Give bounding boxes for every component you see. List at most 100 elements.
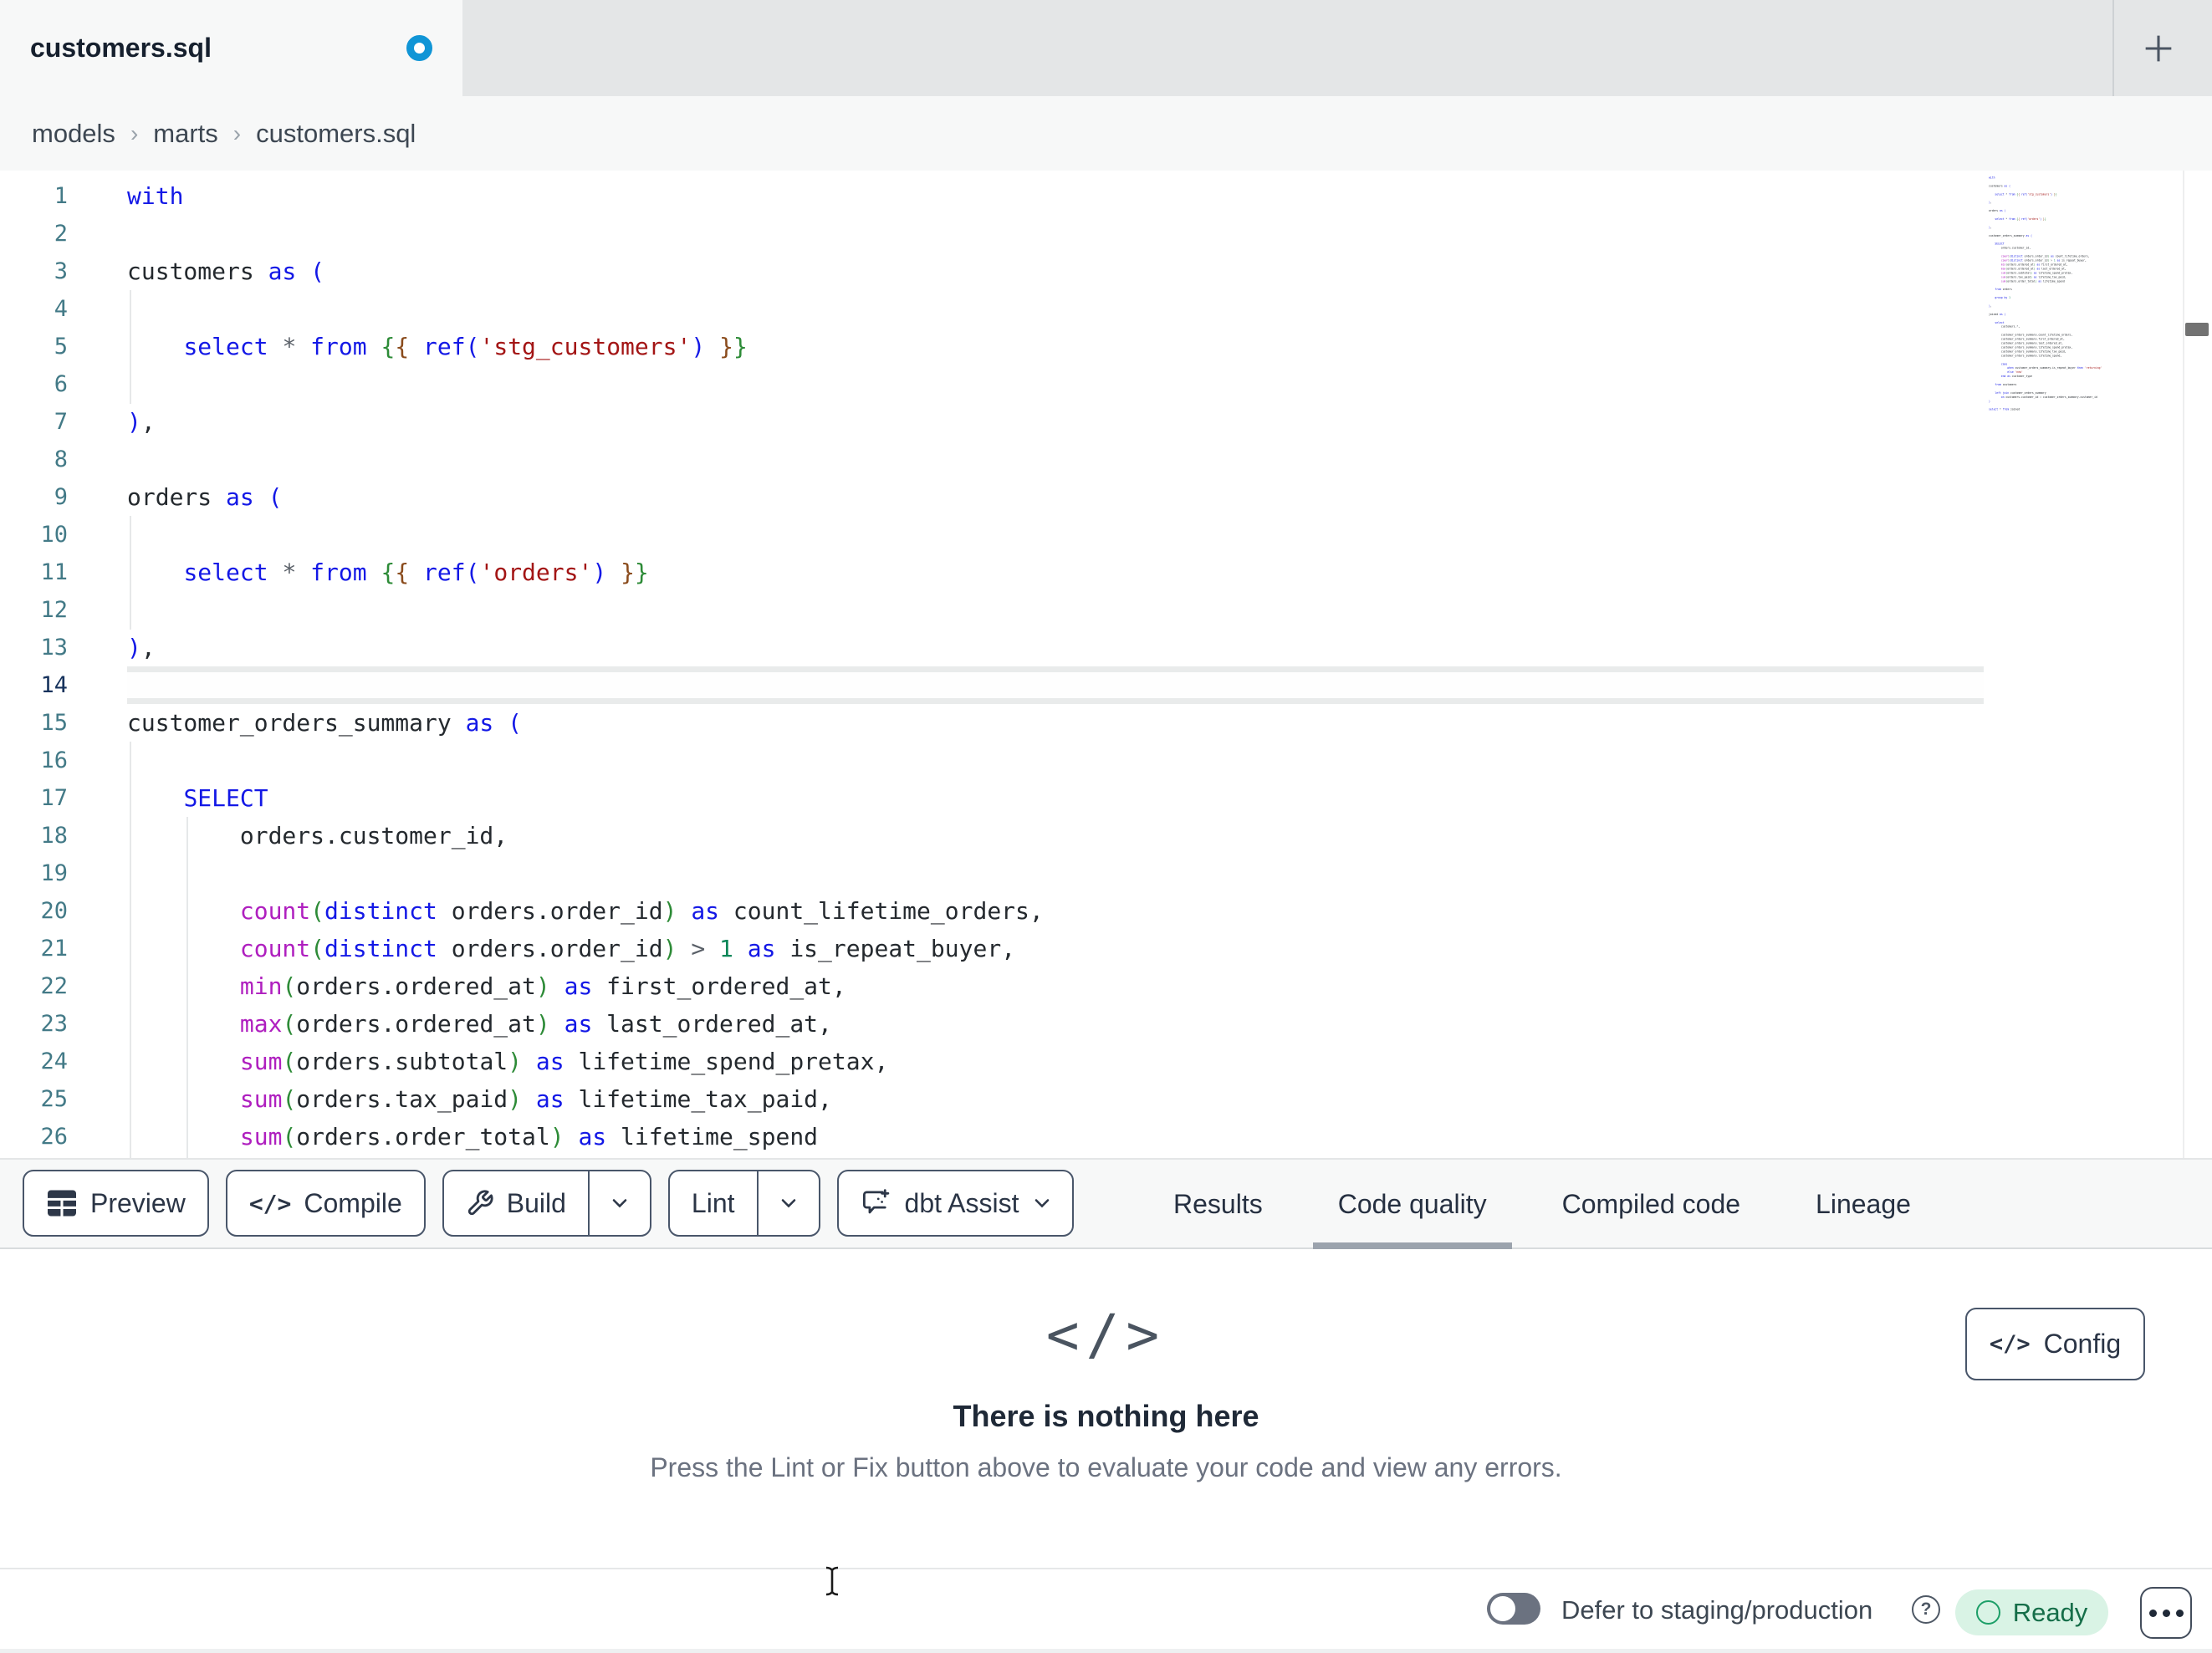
code-line-8[interactable]: 8	[0, 441, 1984, 478]
assist-button-label: dbt Assist	[904, 1187, 1019, 1218]
toolbar-actions: Preview </> Compile Build Lint dbt Assis…	[23, 1170, 1075, 1237]
code-line-3[interactable]: 3 customers as (	[0, 253, 1984, 290]
new-tab-button[interactable]	[2134, 24, 2183, 73]
preview-button[interactable]: Preview	[23, 1170, 209, 1237]
code-line-19[interactable]: 19	[0, 855, 1984, 892]
dot	[2162, 1609, 2170, 1617]
code-line-20[interactable]: 20 count(distinct orders.order_id) as co…	[0, 892, 1984, 930]
line-number: 7	[54, 409, 68, 435]
chevron-down-icon	[1035, 1199, 1050, 1208]
code-line-6[interactable]: 6	[0, 365, 1984, 403]
more-options-button[interactable]	[2140, 1587, 2192, 1639]
line-number: 15	[40, 710, 68, 736]
status-badge-label: Ready	[2012, 1597, 2088, 1627]
code-line-24[interactable]: 24 sum(orders.subtotal) as lifetime_spen…	[0, 1043, 1984, 1080]
code-icon: </>	[1045, 1303, 1167, 1367]
code-line-12[interactable]: 12	[0, 591, 1984, 629]
minimap-divider	[2183, 171, 2184, 1158]
code-line-10[interactable]: 10	[0, 516, 1984, 554]
line-number: 5	[54, 334, 68, 360]
tab-compiled-code[interactable]: Compiled code	[1537, 1160, 1765, 1249]
empty-state-subtitle: Press the Lint or Fix button above to ev…	[650, 1452, 1562, 1482]
preview-button-label: Preview	[90, 1187, 186, 1218]
chevron-down-icon	[781, 1199, 795, 1208]
breadcrumb-item-marts[interactable]: marts	[153, 119, 218, 149]
code-line-4[interactable]: 4	[0, 290, 1984, 328]
line-number: 26	[40, 1124, 68, 1150]
table-icon	[48, 1190, 76, 1217]
dot	[2175, 1609, 2184, 1617]
minimap-content: with customers as ( select * from {{ ref…	[1989, 176, 2102, 411]
compile-button[interactable]: </> Compile	[225, 1170, 426, 1237]
line-number: 10	[40, 522, 68, 548]
overview-ruler-marker[interactable]	[2185, 323, 2209, 336]
code-line-1[interactable]: 1 with	[0, 177, 1984, 215]
code-line-22[interactable]: 22 min(orders.ordered_at) as first_order…	[0, 967, 1984, 1005]
code-line-26[interactable]: 26 sum(orders.order_total) as lifetime_s…	[0, 1118, 1984, 1156]
empty-state-title: There is nothing here	[953, 1399, 1259, 1433]
line-number: 3	[54, 258, 68, 284]
line-number: 23	[40, 1011, 68, 1037]
editor-toolbar: Preview </> Compile Build Lint dbt Assis…	[0, 1158, 2212, 1249]
code-line-25[interactable]: 25 sum(orders.tax_paid) as lifetime_tax_…	[0, 1080, 1984, 1118]
code-line-16[interactable]: 16	[0, 742, 1984, 779]
build-dropdown-button[interactable]	[587, 1171, 650, 1235]
chevron-down-icon	[612, 1199, 627, 1208]
breadcrumb-separator: ›	[130, 120, 139, 146]
line-number: 9	[54, 484, 68, 510]
results-panel: </> There is nothing here Press the Lint…	[0, 1249, 2212, 1568]
compile-button-label: Compile	[304, 1187, 402, 1218]
tab-customers-sql[interactable]: customers.sql	[0, 0, 462, 96]
code-line-13[interactable]: 13),	[0, 629, 1984, 666]
line-number: 25	[40, 1086, 68, 1112]
tab-code-quality[interactable]: Code quality	[1312, 1160, 1512, 1249]
code-line-11[interactable]: 11 select * from {{ ref('orders') }}	[0, 554, 1984, 591]
build-button[interactable]: Build	[444, 1171, 588, 1235]
code-line-21[interactable]: 21 count(distinct orders.order_id) > 1 a…	[0, 930, 1984, 967]
tab-results[interactable]: Results	[1148, 1160, 1288, 1249]
config-button-label: Config	[2043, 1329, 2122, 1359]
build-split-button: Build	[442, 1170, 651, 1237]
code-line-7[interactable]: 7),	[0, 403, 1984, 441]
code-line-18[interactable]: 18 orders.customer_id,	[0, 817, 1984, 855]
line-number: 17	[40, 785, 68, 811]
line-number: 1	[54, 183, 68, 209]
empty-state: </> There is nothing here Press the Lint…	[0, 1249, 2212, 1483]
code-line-23[interactable]: 23 max(orders.ordered_at) as last_ordere…	[0, 1005, 1984, 1043]
line-number: 24	[40, 1048, 68, 1074]
line-number: 13	[40, 635, 68, 661]
code-line-14[interactable]: 14	[0, 666, 1984, 704]
code-line-17[interactable]: 17 SELECT	[0, 779, 1984, 817]
config-button[interactable]: </> Config	[1965, 1308, 2145, 1380]
code-editor[interactable]: 1 with 2 3 customers as ( 4 5 select * from {{…	[0, 171, 2212, 1158]
breadcrumb-item-models[interactable]: models	[32, 119, 115, 149]
lint-button-label: Lint	[691, 1187, 735, 1218]
minimap[interactable]: with customers as ( select * from {{ ref…	[1989, 176, 2183, 1154]
dbt-assist-button[interactable]: dbt Assist	[836, 1170, 1075, 1237]
defer-toggle[interactable]	[1487, 1593, 1540, 1625]
code-line-5[interactable]: 5 select * from {{ ref('stg_customers') …	[0, 328, 1984, 365]
breadcrumb-item-customers-sql[interactable]: customers.sql	[256, 119, 416, 149]
code-icon: </>	[248, 1189, 292, 1217]
status-badge: Ready	[1955, 1589, 2108, 1635]
lint-button[interactable]: Lint	[670, 1171, 757, 1235]
unsaved-changes-icon	[406, 35, 432, 61]
line-number: 4	[54, 296, 68, 322]
defer-label: Defer to staging/production	[1561, 1594, 1873, 1625]
code-line-15[interactable]: 15 customer_orders_summary as (	[0, 704, 1984, 742]
code-line-9[interactable]: 9 orders as (	[0, 478, 1984, 516]
dbt-ide-window: customers.sql models › marts › customers.sql…	[0, 0, 2212, 1653]
line-number: 21	[40, 936, 68, 962]
editor-lines: 1 with 2 3 customers as ( 4 5 select * from {{…	[0, 177, 1984, 1156]
editor-tab-bar: customers.sql	[0, 0, 2212, 96]
line-number: 6	[54, 371, 68, 397]
line-number: 19	[40, 860, 68, 886]
assist-dropdown[interactable]	[1025, 1171, 1072, 1235]
code-line-2[interactable]: 2	[0, 215, 1984, 253]
bottom-strip	[0, 1649, 2212, 1653]
tab-lineage[interactable]: Lineage	[1791, 1160, 1936, 1249]
help-icon[interactable]: ?	[1912, 1595, 1940, 1624]
line-number: 12	[40, 597, 68, 623]
lint-dropdown-button[interactable]	[756, 1171, 819, 1235]
status-bar: Defer to staging/production ? Ready	[0, 1568, 2212, 1649]
